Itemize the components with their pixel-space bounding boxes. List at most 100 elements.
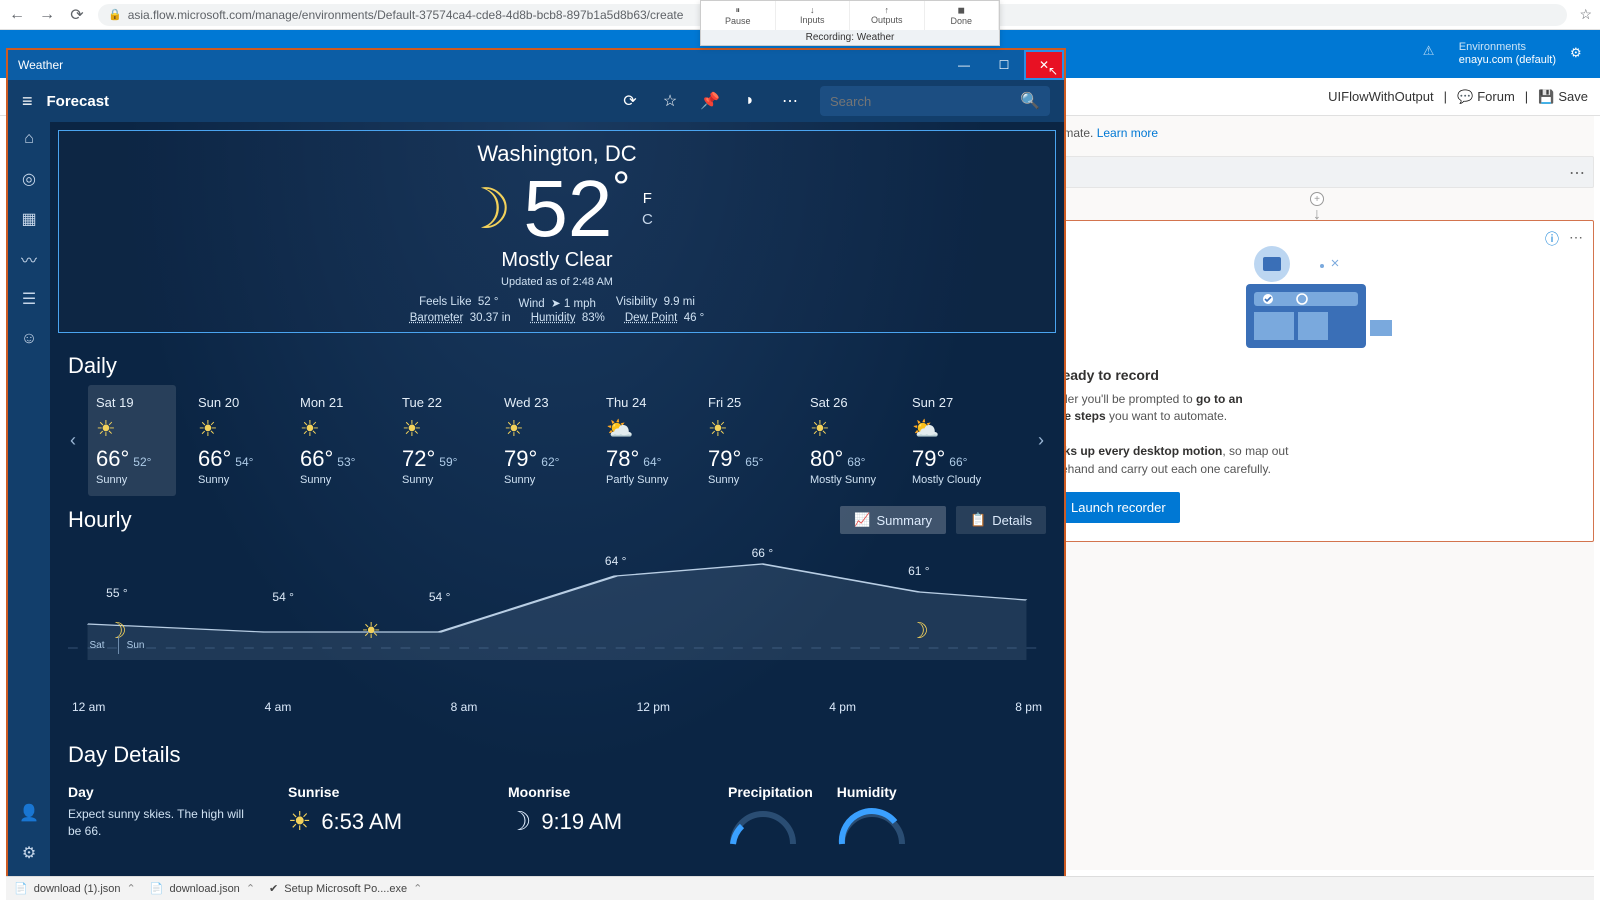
flow-name[interactable]: UIFlowWithOutput [1328,89,1433,104]
weather-window: Weather — ☐ ✕ ↖ ≡ Forecast ⟳ ☆ 📌 ◗ ⋯ 🔍 ⌂… [6,48,1066,884]
search-input[interactable] [830,94,1012,109]
condition-text: Mostly Clear [59,249,1055,272]
daily-prev-button[interactable]: ‹ [58,430,88,451]
search-icon[interactable]: 🔍 [1020,91,1040,111]
more-icon[interactable]: ⋯ [1569,163,1585,183]
favorite-icon[interactable]: ☆ [660,91,680,111]
search-field[interactable]: 🔍 [820,86,1050,116]
recorder-card-body: rder you'll be prompted to go to an he s… [1057,391,1577,478]
day-details-heading: Day Details [68,730,1046,774]
hourly-xaxis-tick: 12 am [72,700,105,714]
settings-icon[interactable]: ⚙ [20,844,38,862]
hourly-xaxis-tick: 4 pm [829,700,856,714]
sunrise-icon: ☀ [288,806,311,837]
notifications-icon[interactable]: ⚠ [1423,43,1445,65]
url-text: asia.flow.microsoft.com/manage/environme… [128,8,684,22]
daily-day-card[interactable]: Sun 20☀66°54°Sunny [190,385,278,496]
flow-canvas: automate. Learn more ⋯ + ↓ ⓘ ⋯ ready to … [1040,116,1594,870]
recorder-card: ⓘ ⋯ ready to record rder you'll be promp… [1040,220,1594,542]
daily-day-card[interactable]: Sat 19☀66°52°Sunny [88,385,176,496]
maximize-button[interactable]: ☐ [984,50,1024,80]
minimize-button[interactable]: — [944,50,984,80]
daily-day-card[interactable]: Fri 25☀79°65°Sunny [700,385,788,496]
app-title: Forecast [47,93,110,110]
pin-icon[interactable]: 📌 [700,91,720,111]
daily-heading: Daily [50,341,1064,385]
account-icon[interactable]: 👤 [20,804,38,822]
download-item[interactable]: ✔ Setup Microsoft Po....exe ⌃ [269,882,422,895]
hourly-heading: Hourly [68,507,132,533]
current-temp: 52° [523,163,630,255]
favorites-list-icon[interactable]: ☰ [20,290,38,308]
launch-recorder-button[interactable]: Launch recorder [1057,492,1180,523]
hourly-temp-label: 54 ° [429,590,450,604]
daily-day-card[interactable]: Wed 23☀79°62°Sunny [496,385,584,496]
maps-icon[interactable]: ◎ [20,170,38,188]
home-icon[interactable]: ⌂ [20,130,38,148]
hero-stats-row2: Barometer 30.37 in Humidity 83% Dew Poin… [59,312,1055,324]
chart-day-sat: Sat [90,640,105,651]
more-options-icon[interactable]: ⋯ [780,91,800,111]
moonrise-block: Moonrise ☽9:19 AM [508,784,698,851]
cursor-icon: ↖ [1048,64,1058,78]
hourly-chart[interactable]: 55 °54 °54 °64 °66 °61 ° ☽☀☽ Sat Sun [68,540,1046,700]
hero-stats-row1: Feels Like 52 ° Wind ➤ 1 mph Visibility … [59,296,1055,310]
environment-picker[interactable]: Environments enayu.com (default) [1459,41,1556,67]
save-button[interactable]: 💾 Save [1538,89,1588,105]
refresh-icon[interactable]: ⟳ [620,91,640,111]
window-titlebar[interactable]: Weather — ☐ ✕ ↖ [8,50,1064,80]
hourly-details-tab[interactable]: 📋 Details [956,506,1046,534]
hourly-xaxis-tick: 8 pm [1015,700,1042,714]
download-icon: ↓ [810,5,815,15]
chart-day-sun: Sun [127,640,145,651]
humidity-gauge [837,806,907,846]
updated-text: Updated as of 2:48 AM [59,276,1055,288]
precip-gauge [728,806,798,846]
history-icon[interactable]: 〰 [20,250,38,268]
day-summary-block: Day Expect sunny skies. The high will be… [68,784,258,851]
moon-phase-icon[interactable]: ◗ [740,91,760,111]
add-step-button[interactable]: + [1310,192,1324,206]
forward-button[interactable]: → [38,6,56,24]
close-button[interactable]: ✕ ↖ [1024,50,1064,80]
flow-step-card[interactable]: ⋯ [1040,156,1594,188]
daily-forecast: ‹ Sat 19☀66°52°SunnySun 20☀66°54°SunnyMo… [50,385,1064,496]
learn-more-link[interactable]: Learn more [1097,126,1158,140]
bookmark-star-icon[interactable]: ☆ [1579,6,1592,23]
download-item[interactable]: 📄 download (1).json ⌃ [14,882,136,895]
daily-day-card[interactable]: Mon 21☀66°53°Sunny [292,385,380,496]
daily-day-card[interactable]: Thu 24⛅78°64°Partly Sunny [598,385,686,496]
daily-day-card[interactable]: Tue 22☀72°59°Sunny [394,385,482,496]
back-button[interactable]: ← [8,6,26,24]
window-title: Weather [18,58,63,72]
feedback-icon[interactable]: ☺ [20,330,38,348]
gauges-block: Precipitation Humidity [728,784,918,851]
recorder-inputs-button[interactable]: ↓ Inputs [776,1,851,30]
hourly-summary-tab[interactable]: 📈 Summary [840,506,946,534]
hourly-temp-label: 64 ° [605,554,626,568]
current-conditions-hero[interactable]: Washington, DC ☽ 52° F C Mostly Clear Up… [58,130,1056,333]
forum-link[interactable]: 💬 Forum [1457,89,1515,105]
upload-icon: ↑ [885,5,890,15]
recorder-toolbar: ⏸ Pause ↓ Inputs ↑ Outputs ◼ Done Record… [700,0,1000,46]
download-item[interactable]: 📄 download.json ⌃ [150,882,255,895]
pause-icon: ⏸ [735,5,740,16]
recorder-pause-button[interactable]: ⏸ Pause [701,1,776,30]
card-more-icon[interactable]: ⋯ [1569,229,1583,246]
moonrise-icon: ☽ [508,806,531,837]
daily-next-button[interactable]: › [1026,430,1056,451]
menu-button[interactable]: ≡ [22,91,33,112]
3d-maps-icon[interactable]: ▦ [20,210,38,228]
weather-content[interactable]: Washington, DC ☽ 52° F C Mostly Clear Up… [50,122,1064,882]
hourly-xaxis-tick: 12 pm [637,700,670,714]
settings-gear-icon[interactable]: ⚙ [1570,45,1588,63]
recorder-outputs-button[interactable]: ↑ Outputs [850,1,925,30]
reload-button[interactable]: ⟳ [68,6,86,24]
hourly-condition-icon: ☽ [909,618,929,644]
daily-day-card[interactable]: Sun 27⛅79°66°Mostly Cloudy [904,385,992,496]
condition-moon-icon: ☽ [461,176,511,242]
daily-day-card[interactable]: Sat 26☀80°68°Mostly Sunny [802,385,890,496]
unit-toggle[interactable]: F C [642,190,653,228]
recorder-done-button[interactable]: ◼ Done [925,1,1000,30]
info-icon[interactable]: ⓘ [1545,229,1559,249]
